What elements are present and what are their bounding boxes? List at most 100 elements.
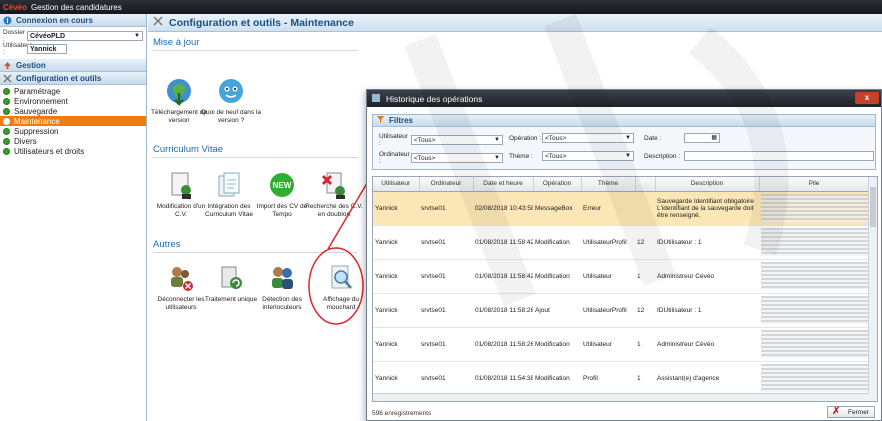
cell-id: 12 — [635, 293, 655, 328]
select-value: <Tous> — [414, 155, 436, 162]
horizontal-scrollbar[interactable] — [373, 393, 869, 401]
config-nav: Paramétrage Environnement Sauvegarde Mai… — [0, 85, 146, 157]
tile-quoi-de-neuf[interactable]: Quoi de neuf dans la version ? — [200, 76, 262, 124]
nav-item-parametrage[interactable]: Paramétrage — [0, 86, 146, 96]
cell-date: 01/08/2018 11:58:26 — [473, 327, 533, 362]
dossier-select[interactable]: CévéoPLD ▼ — [27, 30, 143, 41]
cell-op: Modification — [533, 361, 581, 396]
filter-theme: Thème : <Tous> ▼ — [509, 151, 634, 161]
cell-user: Yannick — [373, 225, 419, 260]
nav-item-environnement[interactable]: Environnement — [0, 96, 146, 106]
cell-user: Yannick — [373, 191, 419, 226]
column-header[interactable]: Date et heure — [473, 177, 534, 192]
info-icon — [3, 16, 12, 25]
left-panel: Connexion en cours Dossier : CévéoPLD ▼ … — [0, 14, 147, 421]
filter-date: Date : ▦ — [644, 133, 720, 143]
blurred-stack — [761, 262, 869, 290]
bullet-icon — [3, 97, 10, 105]
cell-op: MessageBox — [533, 191, 581, 226]
page-title-text: Configuration et outils - Maintenance — [169, 16, 354, 29]
nav-item-sauvegarde[interactable]: Sauvegarde — [0, 106, 146, 116]
bullet-icon — [3, 127, 10, 135]
column-header[interactable]: Opération — [533, 177, 582, 192]
history-icon — [371, 93, 381, 105]
operation-select[interactable]: <Tous> ▼ — [542, 133, 634, 143]
table-header: Utilisateur Ordinateur Date et heure Opé… — [373, 177, 870, 192]
filter-label: Ordinateur : — [379, 151, 410, 165]
filter-label: Date : — [644, 134, 662, 142]
tile-detection-interlocuteurs[interactable]: Détection des interlocuteurs — [251, 263, 313, 311]
date-field[interactable]: ▦ — [684, 133, 720, 143]
divider — [153, 252, 358, 253]
utilisateur-select[interactable]: <Tous> ▼ — [411, 135, 503, 145]
column-header[interactable] — [635, 177, 656, 192]
column-header[interactable]: Thème — [581, 177, 636, 192]
cell-op: Modification — [533, 259, 581, 294]
scroll-thumb[interactable] — [870, 187, 876, 227]
cell-stack — [759, 327, 869, 362]
filters-panel: Filtres Utilisateur : <Tous> ▼ Opération… — [372, 114, 876, 170]
cell-id: 1 — [635, 259, 655, 294]
column-header[interactable]: Ordinateur — [419, 177, 474, 192]
description-field[interactable] — [684, 151, 874, 161]
chevron-down-icon: ▼ — [625, 135, 631, 141]
close-icon[interactable]: x — [855, 92, 879, 104]
new-badge-icon: NEW — [267, 170, 297, 200]
app-logo: Cévéo — [3, 2, 28, 12]
cell-stack — [759, 225, 869, 260]
cell-desc: IDUtilisateur : 1 — [655, 293, 759, 328]
filters-header[interactable]: Filtres — [373, 115, 875, 127]
cell-theme: Utilisateur — [581, 327, 635, 362]
table-row[interactable]: Yannick srvtse01 01/08/2018 11:58:42 Mod… — [373, 259, 869, 294]
gestion-header[interactable]: Gestion — [0, 59, 146, 72]
vertical-scrollbar[interactable] — [868, 177, 877, 401]
tile-recherche-doublon[interactable]: Recherche des C.V. en doublon — [303, 170, 365, 218]
nav-label: Environnement — [14, 96, 68, 106]
nav-item-utilisateurs[interactable]: Utilisateurs et droits — [0, 146, 146, 156]
table-row[interactable]: Yannick srvtse01 01/08/2018 11:58:26 Ajo… — [373, 293, 869, 328]
config-label: Configuration et outils — [16, 73, 102, 83]
nav-label: Sauvegarde — [14, 106, 58, 116]
ordinateur-select[interactable]: <Tous> ▼ — [411, 153, 503, 163]
documents-icon — [214, 170, 244, 200]
cell-op: Ajout — [533, 293, 581, 328]
table-row[interactable]: Yannick srvtse01 01/08/2018 11:58:42 Mod… — [373, 225, 869, 260]
dialog-titlebar: Historique des opérations x — [367, 90, 881, 107]
column-header[interactable]: Utilisateur — [373, 177, 420, 192]
filters-title: Filtres — [389, 116, 414, 125]
blurred-stack — [761, 228, 869, 256]
connexion-title: Connexion en cours — [16, 15, 93, 25]
nav-item-maintenance[interactable]: Maintenance — [0, 116, 146, 126]
up-arrow-icon — [3, 61, 12, 70]
filter-ordinateur: Ordinateur : <Tous> ▼ — [379, 151, 503, 165]
nav-item-suppression[interactable]: Suppression — [0, 126, 146, 136]
bullet-icon — [3, 117, 10, 125]
app-title: Gestion des candidatures — [31, 2, 122, 12]
bullet-icon — [3, 107, 10, 115]
cell-pc: srvtse01 — [419, 327, 473, 362]
table-row[interactable]: Yannick srvtse01 01/08/2018 11:54:38 Mod… — [373, 361, 869, 396]
table-row[interactable]: Yannick srvtse01 02/08/2018 10:43:58 Mes… — [373, 191, 869, 226]
user-field[interactable]: Yannick — [27, 43, 67, 54]
users-disconnect-icon — [166, 263, 196, 293]
cell-desc: Administreur Cévéo — [655, 259, 759, 294]
config-header[interactable]: Configuration et outils — [0, 72, 146, 85]
tile-affichage-mouchard[interactable]: Affichage du mouchard — [310, 263, 372, 311]
cell-pc: srvtse01 — [419, 191, 473, 226]
blurred-stack — [761, 364, 869, 392]
nav-item-divers[interactable]: Divers — [0, 136, 146, 146]
column-header[interactable]: Description — [655, 177, 760, 192]
column-header[interactable]: Pile — [759, 177, 870, 192]
people-detection-icon — [267, 263, 297, 293]
history-table: Utilisateur Ordinateur Date et heure Opé… — [372, 176, 878, 402]
fermer-button[interactable]: ✗ Fermer — [827, 406, 875, 418]
select-value: <Tous> — [545, 135, 567, 142]
cell-date: 01/08/2018 11:58:42 — [473, 225, 533, 260]
connexion-header[interactable]: Connexion en cours — [0, 14, 146, 27]
tools-icon — [3, 73, 12, 83]
table-row[interactable]: Yannick srvtse01 01/08/2018 11:58:26 Mod… — [373, 327, 869, 362]
theme-select[interactable]: <Tous> ▼ — [542, 151, 634, 161]
cell-date: 01/08/2018 11:54:38 — [473, 361, 533, 396]
fermer-label: Fermer — [848, 408, 869, 416]
cell-pc: srvtse01 — [419, 225, 473, 260]
